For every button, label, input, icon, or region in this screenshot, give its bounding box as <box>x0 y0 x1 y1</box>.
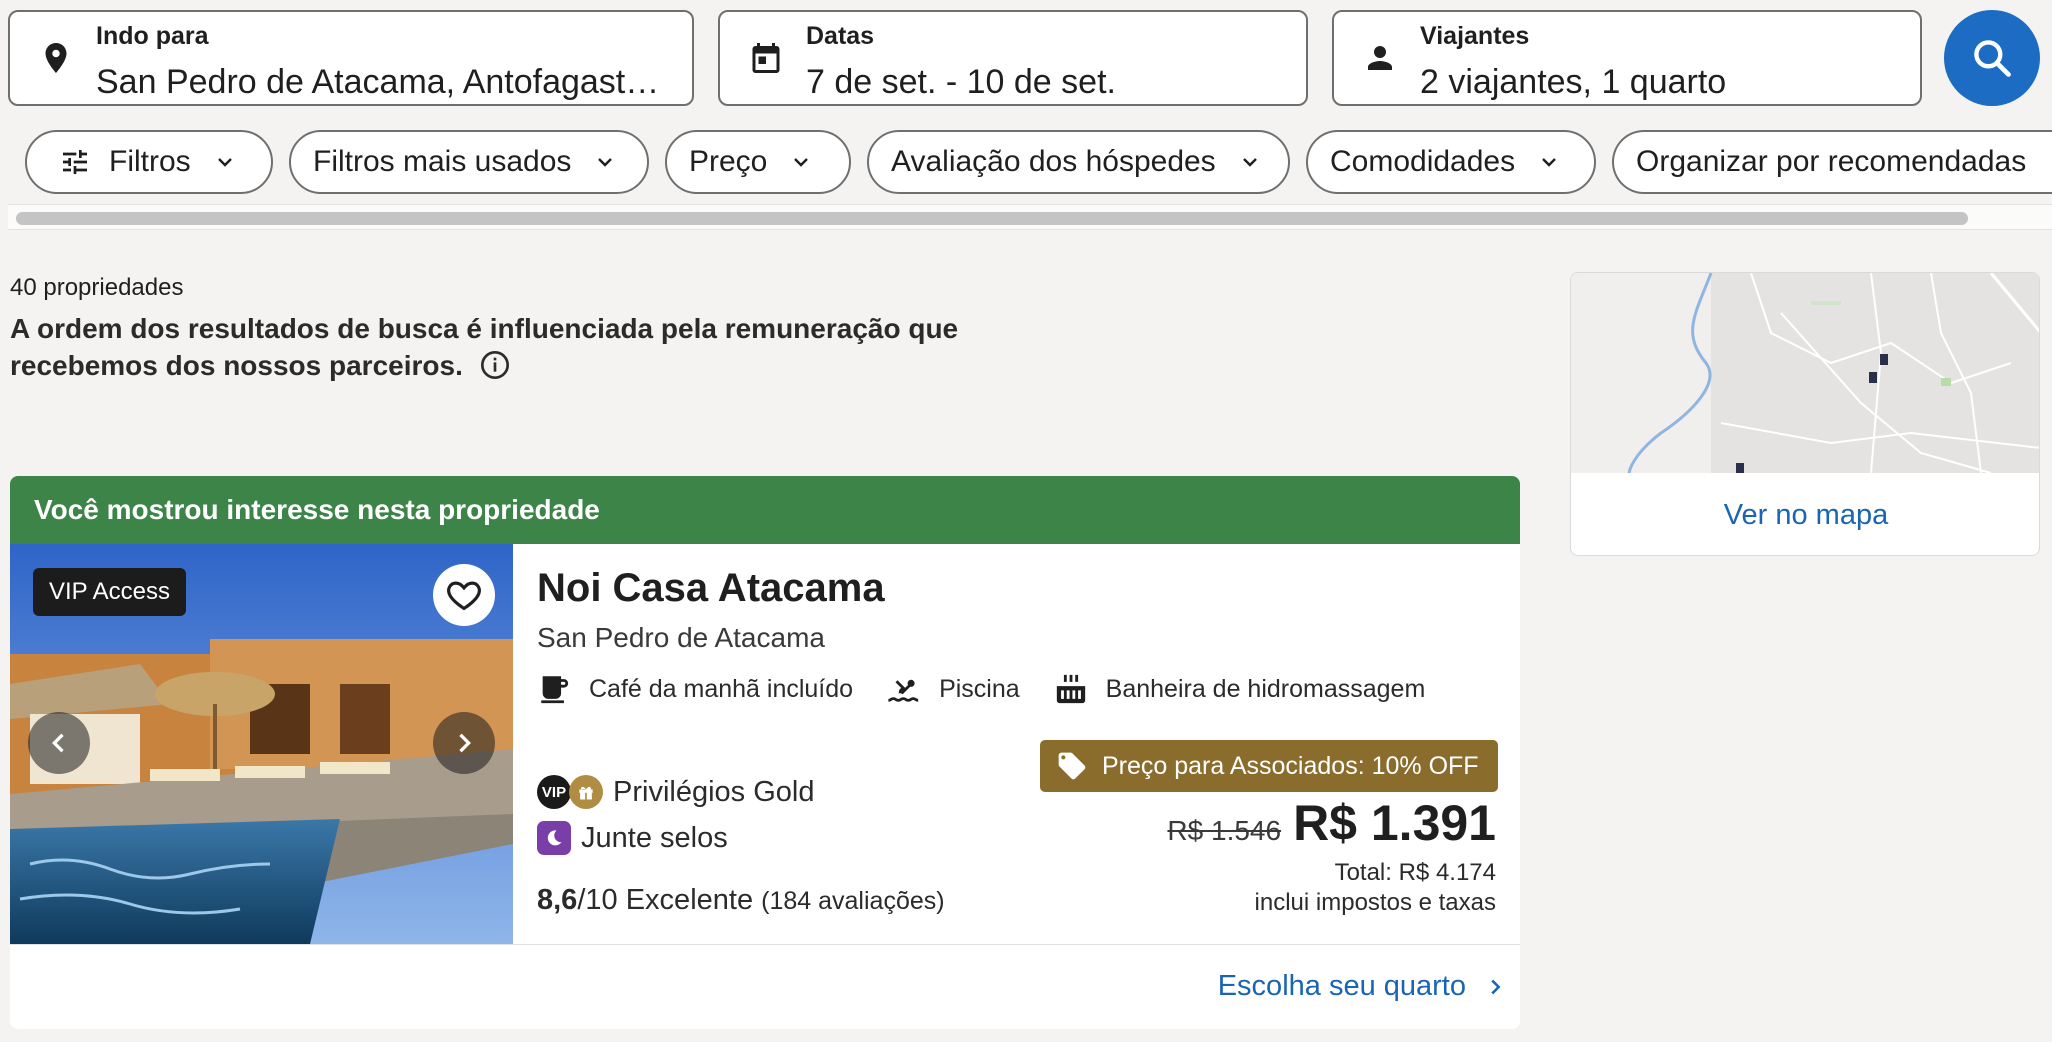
member-price-label: Preço para Associados: 10% OFF <box>1102 751 1479 780</box>
taxes-note: inclui impostos e taxas <box>1254 889 1496 916</box>
rating-score: 8,6 <box>537 884 578 916</box>
travelers-label: Viajantes <box>1420 22 1530 50</box>
search-button[interactable] <box>1944 10 2040 106</box>
destination-value: San Pedro de Atacama, Antofagasta (... <box>96 63 672 101</box>
chevron-right-icon <box>459 733 471 753</box>
property-location: San Pedro de Atacama <box>537 622 825 653</box>
filter-pill-filtros[interactable]: Filtros <box>25 130 273 194</box>
choose-room-link[interactable]: Escolha seu quarto <box>1218 970 1506 1003</box>
amenity-label: Banheira de hidromassagem <box>1105 674 1426 703</box>
chevron-down-icon <box>1542 158 1556 167</box>
ranking-disclaimer: A ordem dos resultados de busca é influe… <box>10 310 970 384</box>
location-pin-icon <box>45 43 67 73</box>
rating-label: Excelente <box>625 884 754 916</box>
filter-label: Avaliação dos hóspedes <box>891 145 1216 178</box>
person-icon <box>1368 46 1392 70</box>
card-divider <box>10 944 1520 945</box>
map-card[interactable]: Ver no mapa <box>1570 272 2040 556</box>
sort-label: Organizar por recomendadas <box>1636 145 2027 178</box>
chevron-down-icon <box>217 158 232 167</box>
amenity-breakfast: Café da manhã incluído <box>537 672 853 706</box>
sort-pill[interactable]: Organizar por recomendadas <box>1612 130 2052 194</box>
property-name[interactable]: Noi Casa Atacama <box>537 566 885 611</box>
rating-scale: /10 <box>577 884 618 916</box>
coffee-cup-icon <box>541 676 569 704</box>
hot-tub-icon <box>1056 674 1085 704</box>
choose-room-label: Escolha seu quarto <box>1217 970 1466 1002</box>
original-price: R$ 1.546 <box>1167 815 1282 846</box>
dates-label: Datas <box>806 22 875 50</box>
property-card[interactable]: Você mostrou interesse nesta propriedade <box>10 476 1520 1029</box>
stamps-label: Junte selos <box>581 821 728 854</box>
member-price-badge: Preço para Associados: 10% OFF <box>1040 740 1498 792</box>
amenity-label: Café da manhã incluído <box>589 674 854 703</box>
guest-rating: 8,6/10 Excelente (184 avaliações) <box>537 884 945 917</box>
travelers-value: 2 viajantes, 1 quarto <box>1420 63 1727 101</box>
chevron-down-icon <box>1242 158 1257 167</box>
total-price: Total: R$ 4.174 <box>1334 859 1496 886</box>
nightly-price: R$ 1.391 <box>1293 795 1496 851</box>
price-block: R$ 1.546 R$ 1.391 <box>1167 794 1496 852</box>
info-icon[interactable] <box>479 349 511 381</box>
carousel-next-button[interactable] <box>433 712 495 774</box>
chevron-right-icon <box>1491 979 1501 994</box>
scrollbar-thumb[interactable] <box>16 212 1968 225</box>
filter-scrollbar[interactable] <box>8 204 2052 230</box>
filter-label: Filtros mais usados <box>313 145 572 178</box>
favorite-button[interactable] <box>433 564 495 626</box>
filter-pill-price[interactable]: Preço <box>665 130 851 194</box>
search-icon <box>1974 40 2011 77</box>
chevron-down-icon <box>794 158 809 167</box>
privileges-label: Privilégios Gold <box>613 775 815 808</box>
filter-pill-guest-rating[interactable]: Avaliação dos hóspedes <box>867 130 1290 194</box>
filter-pill-popular[interactable]: Filtros mais usados <box>289 130 649 194</box>
heart-icon <box>447 581 481 611</box>
filter-label: Preço <box>689 145 768 178</box>
gift-icon <box>569 775 603 809</box>
price-tag-icon <box>1058 752 1086 780</box>
chevron-down-icon <box>598 158 613 167</box>
dates-value: 7 de set. - 10 de set. <box>806 63 1116 101</box>
destination-label: Indo para <box>96 22 209 50</box>
calendar-icon <box>752 43 780 73</box>
view-map-link[interactable]: Ver no mapa <box>1571 473 2039 555</box>
results-count: 40 propriedades <box>10 274 184 301</box>
gold-privileges: VIP Privilégios Gold <box>537 772 814 812</box>
moon-icon <box>537 821 571 855</box>
filter-label: Comodidades <box>1330 145 1516 178</box>
vip-mark-icon: VIP <box>537 775 571 809</box>
sliders-icon <box>63 150 87 174</box>
pool-icon <box>888 679 919 702</box>
filter-label: Filtros <box>109 145 191 178</box>
amenity-hot-tub: Banheira de hidromassagem <box>1054 672 1426 706</box>
carousel-prev-button[interactable] <box>28 712 90 774</box>
amenities-list: Café da manhã incluído Piscina Banheira … <box>537 672 1459 706</box>
dates-field[interactable]: Datas 7 de set. - 10 de set. <box>718 10 1308 106</box>
destination-field[interactable]: Indo para San Pedro de Atacama, Antofaga… <box>8 10 694 106</box>
amenity-pool: Piscina <box>887 672 1020 706</box>
property-photo[interactable]: VIP Access <box>10 544 513 944</box>
map-thumbnail[interactable] <box>1571 273 2040 473</box>
filter-pill-amenities[interactable]: Comodidades <box>1306 130 1596 194</box>
review-count: (184 avaliações) <box>761 887 945 915</box>
chevron-left-icon <box>52 733 64 753</box>
collect-stamps: Junte selos <box>537 818 814 858</box>
loyalty-perks: VIP Privilégios Gold Junte selos <box>537 772 814 864</box>
vip-access-badge: VIP Access <box>33 568 186 616</box>
amenity-label: Piscina <box>939 674 1020 703</box>
interest-banner: Você mostrou interesse nesta propriedade <box>10 476 1520 544</box>
travelers-field[interactable]: Viajantes 2 viajantes, 1 quarto <box>1332 10 1922 106</box>
